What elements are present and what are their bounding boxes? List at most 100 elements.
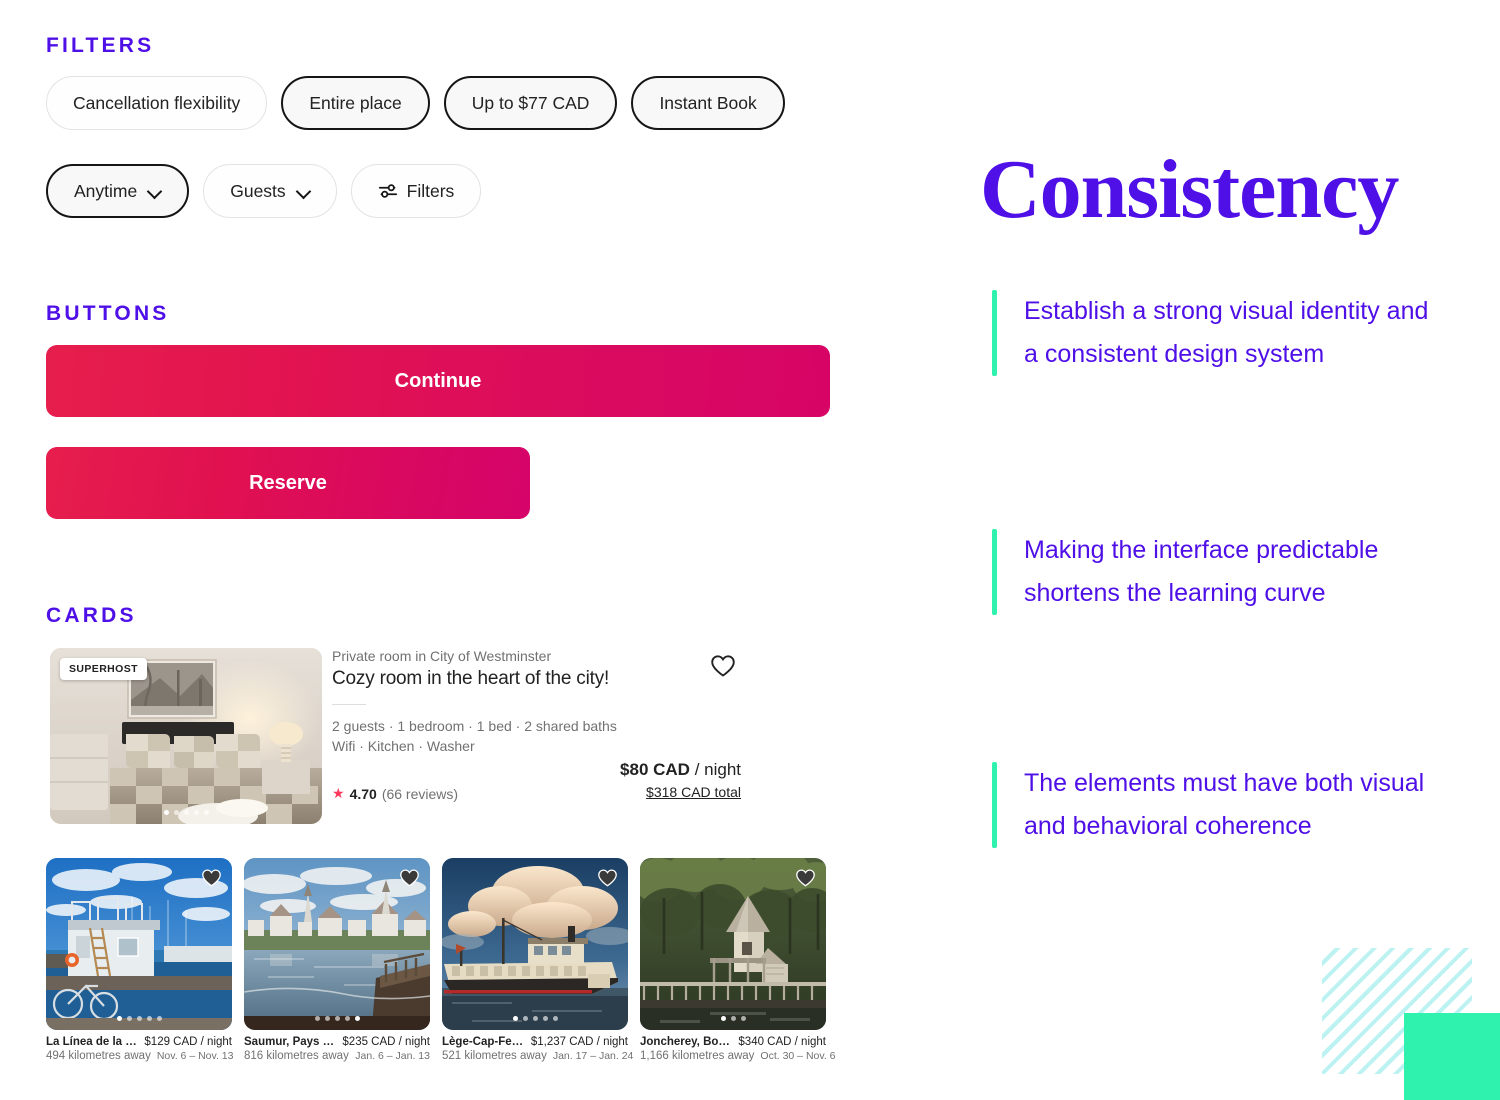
listing-dates: Nov. 6 – Nov. 13 <box>156 1050 234 1062</box>
listing-price: $340 CAD / night <box>738 1036 826 1048</box>
chevron-down-icon <box>297 185 310 198</box>
listing-dates: Jan. 17 – Jan. 24 <box>552 1050 634 1062</box>
filter-pill-instant-book[interactable]: Instant Book <box>631 76 785 130</box>
heart-filled-icon[interactable] <box>597 868 618 888</box>
listing-distance: 494 kilometres away <box>46 1050 151 1062</box>
carousel-dot[interactable] <box>542 1016 548 1021</box>
carousel-dot[interactable] <box>740 1016 746 1021</box>
carousel-dot[interactable] <box>532 1016 538 1021</box>
carousel-dot[interactable] <box>314 1016 320 1021</box>
listing-price-block: $80 CAD / night $318 CAD total <box>620 760 741 800</box>
filter-pill-label: Up to $77 CAD <box>471 92 590 113</box>
listing-photo[interactable] <box>46 858 232 1030</box>
listing-price: $1,237 CAD / night <box>530 1036 628 1048</box>
carousel-dot[interactable] <box>730 1016 736 1021</box>
listing-card-small[interactable]: Joncherey, Bourg... $340 CAD / night 1,1… <box>640 858 836 1062</box>
photo-carousel-dots[interactable] <box>46 1016 232 1021</box>
heart-filled-icon[interactable] <box>399 868 420 888</box>
listing-location: Joncherey, Bourg... <box>640 1036 732 1048</box>
carousel-dot[interactable] <box>522 1016 528 1021</box>
carousel-dot[interactable] <box>334 1016 340 1021</box>
listing-meta-row: Joncherey, Bourg... $340 CAD / night <box>640 1036 826 1048</box>
carousel-dot[interactable] <box>193 810 199 815</box>
buttons-section-heading: BUTTONS <box>46 302 170 325</box>
carousel-dot[interactable] <box>183 810 189 815</box>
listing-meta-row: La Línea de la Con... $129 CAD / night <box>46 1036 232 1048</box>
carousel-dot[interactable] <box>116 1016 122 1021</box>
listing-details: Private room in City of Westminster Cozy… <box>332 648 746 824</box>
bullet-text: Establish a strong visual identity and a… <box>1024 297 1429 368</box>
listing-photo[interactable] <box>442 858 628 1030</box>
carousel-dot[interactable] <box>156 1016 162 1021</box>
heart-outline-icon[interactable] <box>710 654 736 678</box>
filter-pill-row-secondary: Anytime Guests Filters <box>46 164 482 218</box>
filter-pill-price-cap[interactable]: Up to $77 CAD <box>443 76 618 130</box>
listing-rating: ★ 4.70 (66 reviews) <box>332 785 458 802</box>
filter-pill-row-primary: Cancellation flexibility Entire place Up… <box>46 76 785 130</box>
reserve-button[interactable]: Reserve <box>46 447 530 519</box>
heart-filled-icon[interactable] <box>795 868 816 888</box>
filter-pill-label: Instant Book <box>659 92 757 113</box>
carousel-dot[interactable] <box>552 1016 558 1021</box>
filter-pill-cancellation-flexibility[interactable]: Cancellation flexibility <box>46 76 268 130</box>
filter-pill-entire-place[interactable]: Entire place <box>281 76 430 130</box>
listing-distance: 816 kilometres away <box>244 1050 349 1062</box>
listing-card-large[interactable]: SUPERHOST Private room in City of Westmi… <box>46 648 746 838</box>
listing-card-small[interactable]: Saumur, Pays de l... $235 CAD / night 81… <box>244 858 430 1062</box>
filter-pill-label: Filters <box>406 180 455 201</box>
listing-price-total[interactable]: $318 CAD total <box>620 784 741 800</box>
listing-card-grid: La Línea de la Con... $129 CAD / night 4… <box>46 858 836 1062</box>
photo-carousel-dots[interactable] <box>244 1016 430 1021</box>
page-title: Consistency <box>980 143 1399 236</box>
rating-review-count: (66 reviews) <box>381 785 459 802</box>
superhost-badge: SUPERHOST <box>60 658 147 680</box>
filter-pill-label: Anytime <box>74 180 138 201</box>
listing-title: Cozy room in the heart of the city! <box>332 668 610 689</box>
listing-photo[interactable] <box>244 858 430 1030</box>
star-icon: ★ <box>332 785 345 801</box>
cards-section-heading: CARDS <box>46 604 137 627</box>
carousel-dot[interactable] <box>163 810 169 815</box>
listing-card-small[interactable]: Lège-Cap-Ferret $1,237 CAD / night 521 k… <box>442 858 633 1062</box>
carousel-dot[interactable] <box>146 1016 152 1021</box>
filter-pill-filters[interactable]: Filters <box>350 164 482 218</box>
listing-price-unit: / night <box>694 760 741 779</box>
continue-button[interactable]: Continue <box>46 345 830 417</box>
listing-meta-row-secondary: 494 kilometres away Nov. 6 – Nov. 13 <box>46 1050 234 1062</box>
photo-carousel-dots[interactable] <box>640 1016 826 1021</box>
heart-filled-icon[interactable] <box>201 868 222 888</box>
chevron-down-icon <box>148 185 161 198</box>
carousel-dot[interactable] <box>720 1016 726 1021</box>
photo-carousel-dots[interactable] <box>442 1016 628 1021</box>
listing-distance: 1,166 kilometres away <box>640 1050 755 1062</box>
carousel-dot[interactable] <box>203 810 209 815</box>
divider <box>332 704 366 705</box>
photo-carousel-dots[interactable] <box>50 810 322 815</box>
listing-dates: Oct. 30 – Nov. 6 <box>760 1050 836 1062</box>
filter-pill-guests[interactable]: Guests <box>203 164 337 218</box>
listing-meta-row-secondary: 521 kilometres away Jan. 17 – Jan. 24 <box>442 1050 633 1062</box>
carousel-dot[interactable] <box>173 810 179 815</box>
slide-root: FILTERS Cancellation flexibility Entire … <box>0 0 1500 1100</box>
listing-card-small[interactable]: La Línea de la Con... $129 CAD / night 4… <box>46 858 234 1062</box>
carousel-dot[interactable] <box>136 1016 142 1021</box>
filter-pill-anytime[interactable]: Anytime <box>46 164 190 218</box>
listing-photo[interactable] <box>640 858 826 1030</box>
bullet-accent-bar <box>992 290 997 376</box>
listing-price-line: $80 CAD / night <box>620 760 741 780</box>
listing-meta-row-secondary: 1,166 kilometres away Oct. 30 – Nov. 6 <box>640 1050 836 1062</box>
carousel-dot[interactable] <box>126 1016 132 1021</box>
carousel-dot[interactable] <box>354 1016 360 1021</box>
carousel-dot[interactable] <box>512 1016 518 1021</box>
filter-pill-label: Cancellation flexibility <box>73 92 241 113</box>
bullet-item: Establish a strong visual identity and a… <box>992 290 1432 376</box>
bullet-accent-bar <box>992 529 997 615</box>
carousel-dot[interactable] <box>324 1016 330 1021</box>
listing-price: $129 CAD / night <box>144 1036 232 1048</box>
listing-amenities: Wifi · Kitchen · Washer <box>332 737 475 754</box>
bullet-accent-bar <box>992 762 997 848</box>
filter-pill-label: Entire place <box>309 92 402 113</box>
carousel-dot[interactable] <box>344 1016 350 1021</box>
listing-distance: 521 kilometres away <box>442 1050 547 1062</box>
listing-photo[interactable]: SUPERHOST <box>50 648 322 824</box>
